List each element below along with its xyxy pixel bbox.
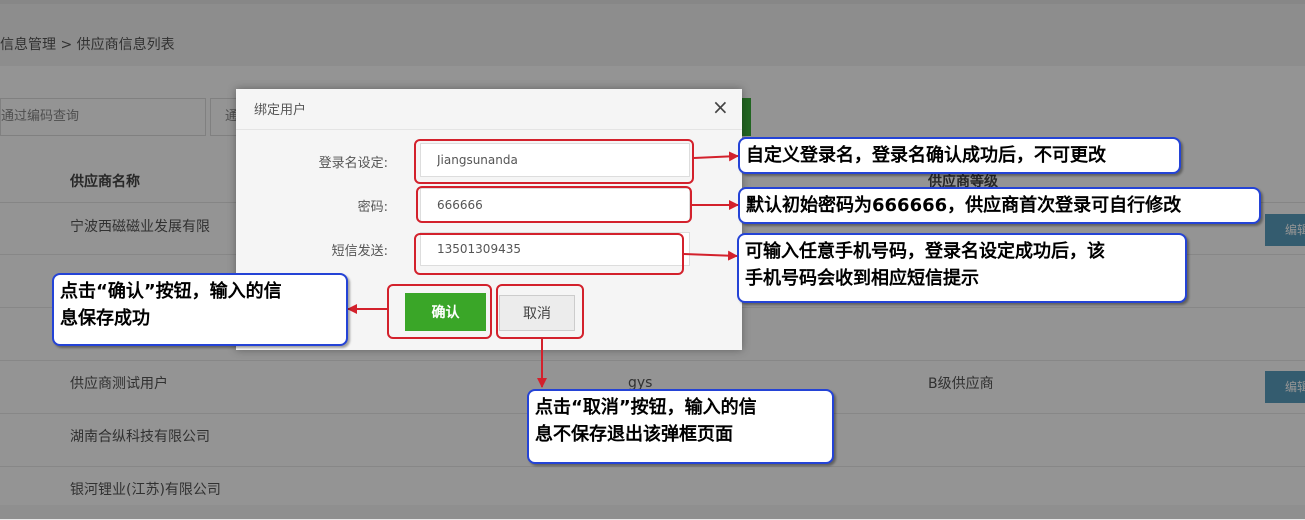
callout-text: 点击“取消”按钮，输入的信 xyxy=(535,397,757,418)
callout-text: 自定义登录名，登录名确认成功后，不可更改 xyxy=(746,145,1106,166)
callout-text: 点击“确认”按钮，输入的信 xyxy=(60,281,282,302)
callout-text: 手机号码会收到相应短信提示 xyxy=(745,268,979,289)
callout-text: 可输入任意手机号码，登录名设定成功后，该 xyxy=(745,241,1105,262)
sms-callout: 可输入任意手机号码，登录名设定成功后，该 手机号码会收到相应短信提示 xyxy=(737,233,1187,303)
callout-text: 默认初始密码为666666，供应商首次登录可自行修改 xyxy=(746,195,1182,216)
cancel-callout: 点击“取消”按钮，输入的信 息不保存退出该弹框页面 xyxy=(527,389,834,464)
callout-text: 息保存成功 xyxy=(60,308,150,329)
arrow-line xyxy=(693,151,739,162)
callout-text: 息不保存退出该弹框页面 xyxy=(535,424,733,445)
login-name-callout: 自定义登录名，登录名确认成功后，不可更改 xyxy=(738,137,1181,174)
confirm-callout: 点击“确认”按钮，输入的信 息保存成功 xyxy=(52,273,348,346)
arrow-line xyxy=(683,250,738,261)
password-callout: 默认初始密码为666666，供应商首次登录可自行修改 xyxy=(738,187,1261,224)
